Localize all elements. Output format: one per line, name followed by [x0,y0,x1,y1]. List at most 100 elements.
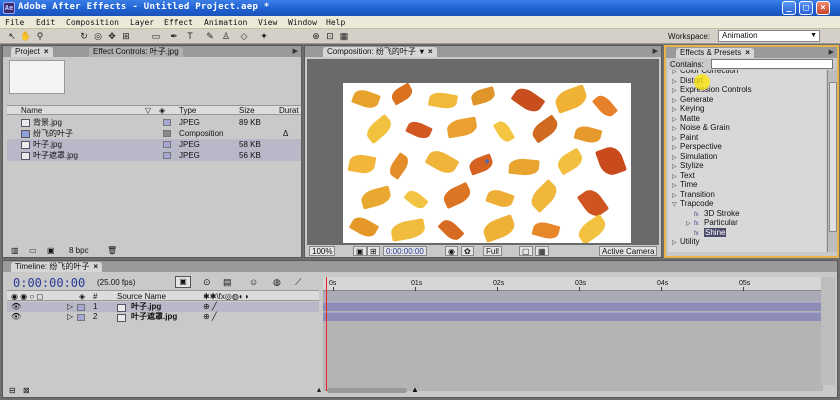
comp-mini-flowchart-icon[interactable]: ▣ [175,276,191,288]
timeline-scrollbar[interactable] [821,277,835,385]
label-swatch[interactable] [77,314,85,321]
menu-file[interactable]: File [5,18,24,27]
panel-menu-icon[interactable]: ▶ [653,47,658,55]
new-composition-icon[interactable]: ▣ [47,246,55,255]
project-item[interactable]: 叶子.jpg JPEG 58 KB [7,139,301,150]
maximize-button[interactable]: □ [799,1,813,15]
effect-item[interactable]: ▷ Perspective [672,142,722,152]
current-time-display[interactable]: 0:00:00:00 [13,276,85,290]
composition-canvas[interactable]: ✦ [343,83,631,243]
snapshot-icon[interactable]: ◉ [445,246,458,256]
eraser-tool-icon[interactable]: ◇ [238,31,250,42]
effect-item[interactable]: fx 3D Stroke [694,209,740,219]
hand-tool-icon[interactable]: ✋ [20,31,32,42]
menu-view[interactable]: View [258,18,277,27]
effects-scrollbar[interactable] [827,70,837,252]
effect-item[interactable]: ▷ fx Particular [686,218,738,228]
label-swatch[interactable] [163,130,171,137]
region-of-interest-icon[interactable]: ▢ [519,246,533,256]
project-item[interactable]: 纷飞的叶子 Composition Δ [7,128,301,139]
av-features-icon[interactable]: ◉ ◉ ○ ◻ [11,292,43,301]
menu-layer[interactable]: Layer [130,18,154,27]
effect-item[interactable]: ▷ Simulation [672,152,717,162]
menu-window[interactable]: Window [288,18,317,27]
brush-tool-icon[interactable]: ✎ [204,31,216,42]
effect-item[interactable]: ▷ Text [672,171,695,181]
toggle-modes-icon[interactable]: ⊠ [23,386,30,395]
effect-item[interactable]: ▷ Stylize [672,161,704,171]
column-duration[interactable]: Durat [279,106,299,115]
shy-layers-icon[interactable]: ☺ [249,277,258,287]
clone-stamp-tool-icon[interactable]: ♙ [220,31,232,42]
live-update-icon[interactable]: ⊙ [203,277,211,288]
contains-search-input[interactable] [711,59,833,69]
grid-icon[interactable]: ⊞ [367,246,380,256]
switches-header-icon[interactable]: ✱✱\fx◎◍◐◑ [203,292,248,301]
layer-switches-icon[interactable]: ⊕ ╱ [203,302,217,312]
visibility-eye-icon[interactable]: 👁 [11,312,21,322]
menu-help[interactable]: Help [326,18,345,27]
transparency-grid-icon[interactable]: ▦ [535,246,549,256]
graph-editor-icon[interactable]: ⟋ [295,277,301,288]
layer-duration-bar[interactable] [323,302,823,311]
close-icon[interactable]: × [93,262,98,271]
trash-icon[interactable]: 🗑 [107,246,117,255]
project-item[interactable]: 背景.jpg JPEG 89 KB [7,117,301,128]
minimize-button[interactable]: _ [782,1,796,15]
work-area-bar[interactable] [323,291,823,301]
safe-margins-icon[interactable]: ▣ [353,246,367,256]
close-icon[interactable]: × [745,48,750,57]
expand-triangle-icon[interactable]: ▷ [67,302,73,312]
menu-composition[interactable]: Composition [66,18,119,27]
layer-name[interactable]: 叶子遮罩.jpg [131,312,177,322]
tab-project[interactable]: Project × [11,47,53,57]
label-column-icon[interactable]: ◈ [79,292,85,301]
resolution-select[interactable]: Full [483,246,502,256]
close-icon[interactable]: × [428,47,433,56]
bpc-label[interactable]: 8 bpc [69,246,89,255]
column-name[interactable]: Name [21,106,42,115]
rectangle-mask-tool-icon[interactable]: ▭ [150,31,162,42]
menu-edit[interactable]: Edit [36,18,55,27]
effect-item[interactable]: ▷ Utility [672,237,700,247]
tab-effects-presets[interactable]: Effects & Presets × [676,48,754,58]
motion-blur-icon[interactable]: ◍ [273,277,281,288]
toggle-switches-icon[interactable]: ⊟ [9,386,16,395]
pan-behind-tool-icon[interactable]: ⊞ [120,31,132,42]
axis-mode-icon[interactable]: ⊕ [310,31,322,42]
draft-3d-icon[interactable]: ▤ [223,277,232,288]
expand-triangle-icon[interactable]: ▷ [672,239,680,249]
interpret-footage-icon[interactable]: ▥ [11,246,19,255]
label-swatch[interactable] [163,141,171,148]
view-axis-icon[interactable]: ▦ [338,31,350,42]
layer-row[interactable]: 👁 ▷ 1 叶子.jpg ⊕ ╱ [7,302,319,312]
time-ruler[interactable]: 0s 01s 02s 03s 04s 05s [323,277,823,291]
effect-item[interactable]: ▷ Paint [672,133,698,143]
panel-menu-icon[interactable]: ▶ [293,47,298,55]
close-icon[interactable]: × [44,47,49,56]
selection-tool-icon[interactable]: ↖ [6,31,18,42]
project-item[interactable]: 叶子遮罩.jpg JPEG 56 KB [7,150,301,161]
expand-triangle-icon[interactable]: ▷ [686,220,694,230]
anchor-point-icon[interactable]: ✦ [483,157,491,168]
menu-animation[interactable]: Animation [204,18,247,27]
effect-item[interactable]: ▷ Matte [672,114,700,124]
zoom-in-icon[interactable]: ▲ [411,385,419,394]
close-button[interactable]: × [816,1,830,15]
layer-name[interactable]: 叶子.jpg [131,302,161,312]
column-type[interactable]: Type [179,106,196,115]
effect-item[interactable]: ▷ Noise & Grain [672,123,730,133]
camera-select[interactable]: Active Camera [599,246,658,256]
orbit-camera-tool-icon[interactable]: ◎ [92,31,104,42]
column-size[interactable]: Size [239,106,255,115]
layer-switches-icon[interactable]: ⊕ ╱ [203,312,217,322]
chevron-down-icon[interactable]: ▾ [420,47,424,56]
expanded-triangle-icon[interactable]: ▽ [672,201,680,211]
puppet-tool-icon[interactable]: ✦ [258,31,270,42]
zoom-tool-icon[interactable]: ⚲ [34,31,46,42]
tab-effect-controls[interactable]: Effect Controls: 叶子.jpg [89,47,183,57]
layer-duration-bar[interactable] [323,312,823,321]
effect-item[interactable]: fx Shine [694,227,727,238]
tab-timeline[interactable]: Timeline: 纷飞的叶子 × [11,262,103,272]
effect-item[interactable]: ▷ Time [672,180,697,190]
